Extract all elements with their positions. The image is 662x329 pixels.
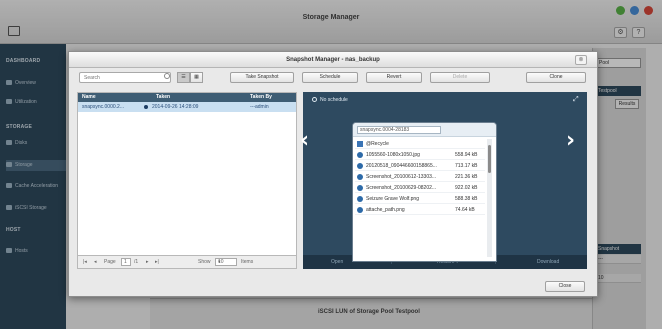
clone-button[interactable]: Clone — [526, 72, 586, 83]
revert-button[interactable]: Revert — [366, 72, 422, 83]
page-label: Page — [104, 259, 116, 265]
file-icon — [357, 163, 363, 169]
file-row[interactable]: 1055560-1080x1050.jpg 558.94 kB — [355, 150, 485, 160]
open-button[interactable]: Open — [331, 255, 343, 269]
snapshot-file-browser: snapsync.0004-28183 @Recycle 1055560-108… — [352, 122, 497, 262]
list-header: Name Taken Taken By — [78, 93, 296, 102]
page-size-select[interactable]: 10 ▾ — [215, 258, 237, 266]
row-taken-by: ---admin — [250, 104, 269, 110]
page-input[interactable]: 1 — [121, 258, 131, 266]
delete-button[interactable]: Delete — [430, 72, 490, 83]
close-button[interactable]: Close — [545, 281, 585, 292]
schedule-status: No schedule — [312, 97, 348, 103]
column-taken[interactable]: Taken — [156, 93, 170, 102]
prev-snapshot-icon[interactable]: ‹ — [300, 130, 309, 152]
snapshot-header: snapsync.0004-28183 — [353, 123, 496, 137]
show-label: Show — [198, 259, 211, 265]
file-icon — [357, 185, 363, 191]
pagination: |◂ ◂ Page 1 /1 ▸ ▸| Show 10 ▾ Items — [77, 255, 297, 269]
page-total: /1 — [134, 259, 139, 265]
grid-view-button[interactable]: ▦ — [190, 72, 203, 83]
list-view-button[interactable]: ☰ — [177, 72, 190, 83]
file-icon — [357, 196, 363, 202]
row-name: snapsync.0000.2... — [82, 104, 124, 110]
file-row[interactable]: attache_path.png 74.64 kB — [355, 205, 485, 215]
snapshot-list: Name Taken Taken By snapsync.0000.2... 2… — [77, 92, 297, 269]
file-icon — [357, 174, 363, 180]
file-row[interactable]: 20120518_090446600158865... 713.17 kB — [355, 161, 485, 171]
file-row[interactable]: Seizure Grave Wolf.png 588.38 kB — [355, 194, 485, 204]
next-page-icon[interactable]: ▸ — [146, 256, 149, 268]
items-label: Items — [241, 259, 254, 265]
search-input[interactable] — [79, 72, 171, 83]
clock-icon — [312, 97, 317, 103]
take-snapshot-button[interactable]: Take Snapshot — [230, 72, 294, 83]
search-icon[interactable] — [164, 73, 170, 79]
expand-icon[interactable]: ⤢ — [573, 96, 579, 104]
first-page-icon[interactable]: |◂ — [83, 256, 87, 268]
download-button[interactable]: Download — [537, 255, 559, 269]
schedule-button[interactable]: Schedule — [302, 72, 358, 83]
prev-page-icon[interactable]: ◂ — [94, 256, 97, 268]
file-list-scrollbar[interactable] — [487, 139, 492, 257]
status-dot-icon — [144, 105, 148, 109]
row-taken: 2014-09-26 14:28:09 — [152, 104, 199, 110]
dialog-title: Snapshot Manager - nas_backup — [69, 52, 597, 68]
file-row[interactable]: Screenshot_20100612-13303... 221.36 kB — [355, 172, 485, 182]
next-snapshot-icon[interactable]: › — [566, 130, 575, 152]
last-page-icon[interactable]: ▸| — [155, 256, 159, 268]
file-row[interactable]: @Recycle — [355, 139, 485, 149]
snapshot-name-field: snapsync.0004-28183 — [357, 126, 441, 134]
folder-icon — [357, 141, 363, 147]
file-icon — [357, 207, 363, 213]
dialog-toolbar: ☰ ▦ Take Snapshot Schedule Revert Delete… — [69, 68, 597, 86]
snapshot-manager-dialog: Snapshot Manager - nas_backup ⊗ ☰ ▦ Take… — [68, 51, 598, 297]
scroll-thumb[interactable] — [488, 145, 491, 173]
dialog-close-icon[interactable]: ⊗ — [575, 55, 587, 65]
file-row[interactable]: Screenshot_20100629-08202... 922.02 kB — [355, 183, 485, 193]
table-row[interactable]: snapsync.0000.2... 2014-09-26 14:28:09 -… — [78, 102, 296, 112]
column-taken-by[interactable]: Taken By — [250, 93, 272, 102]
column-name[interactable]: Name — [82, 93, 96, 102]
file-icon — [357, 152, 363, 158]
